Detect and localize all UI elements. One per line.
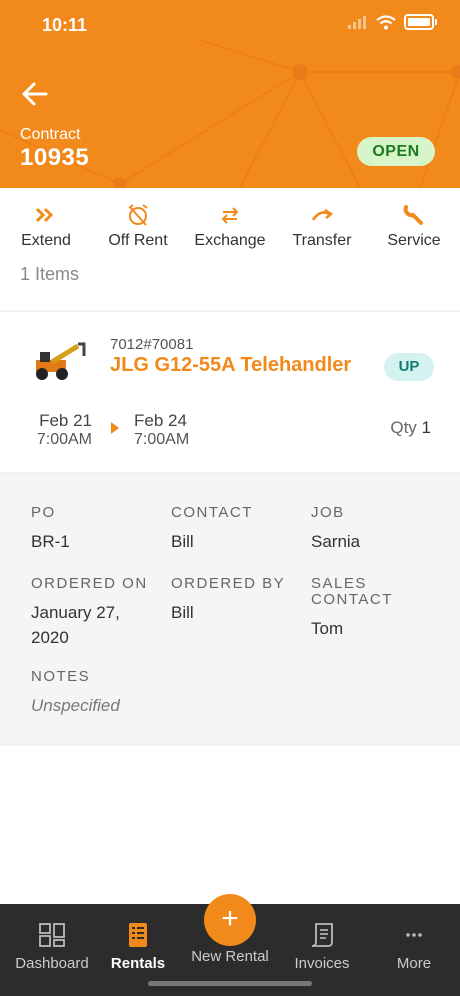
back-arrow-icon[interactable] — [20, 80, 50, 108]
dashboard-icon — [39, 923, 65, 947]
contract-header: 10:11 Contract 10935 OPEN — [0, 0, 460, 188]
job-field: JOB Sarnia — [311, 505, 360, 554]
job-label: JOB — [311, 504, 345, 521]
exchange-button[interactable]: Exchange — [184, 204, 276, 250]
status-badge: OPEN — [357, 137, 435, 166]
contract-details: PO BR-1 CONTACT Bill JOB Sarnia ORDERED … — [0, 474, 460, 744]
plus-icon: + — [221, 902, 239, 935]
tab-rentals-label: Rentals — [110, 955, 166, 972]
off-rent-button[interactable]: Off Rent — [92, 204, 184, 250]
tab-new-rental[interactable]: New Rental — [184, 948, 276, 965]
end-day: Feb 24 — [134, 411, 187, 430]
tab-invoices-label: Invoices — [294, 955, 350, 972]
tab-invoices[interactable]: Invoices — [276, 922, 368, 972]
invoice-icon — [311, 923, 333, 947]
contact-label: CONTACT — [171, 504, 253, 521]
new-rental-fab[interactable]: + — [204, 894, 256, 946]
service-button[interactable]: Service — [368, 204, 460, 250]
notes-label: NOTES — [31, 668, 91, 685]
ordered-on-label: ORDERED ON — [31, 575, 148, 592]
battery-icon — [404, 14, 437, 30]
contract-label: Contract — [20, 126, 81, 143]
status-time: 10:11 — [42, 15, 88, 35]
ordered-by-label: ORDERED BY — [171, 575, 286, 592]
start-date: Feb 21 7:00AM — [28, 411, 92, 449]
alarm-off-icon — [128, 204, 148, 226]
notes-field: NOTES Unspecified — [31, 669, 120, 718]
ordered-on-value: January 27, 2020 — [31, 603, 120, 647]
tab-more-label: More — [396, 955, 432, 972]
sales-contact-label: SALES CONTACT — [311, 575, 393, 608]
exchange-label: Exchange — [194, 232, 266, 249]
empty-area — [0, 746, 460, 904]
sales-contact-value: Tom — [311, 619, 344, 638]
wifi-icon — [376, 14, 396, 29]
contact-value: Bill — [171, 532, 194, 551]
extend-label: Extend — [21, 232, 71, 249]
extend-icon — [35, 207, 54, 223]
item-id: 7012#70081 — [110, 336, 194, 353]
tab-dashboard-label: Dashboard — [15, 955, 89, 972]
item-name[interactable]: JLG G12-55A Telehandler — [110, 354, 370, 376]
status-icons — [348, 14, 437, 30]
contract-number: 10935 — [20, 144, 90, 171]
start-time: 7:00AM — [36, 431, 92, 448]
transfer-label: Transfer — [292, 232, 352, 249]
po-label: PO — [31, 504, 56, 521]
date-arrow-icon — [111, 422, 119, 434]
tab-more[interactable]: More — [368, 922, 460, 972]
notes-value: Unspecified — [31, 696, 120, 715]
transfer-icon — [311, 208, 334, 221]
off-rent-label: Off Rent — [108, 232, 168, 249]
signal-icon — [348, 16, 366, 29]
qty-value: 1 — [421, 418, 431, 437]
service-label: Service — [387, 232, 441, 249]
end-date: Feb 24 7:00AM — [134, 411, 189, 449]
tab-dashboard[interactable]: Dashboard — [6, 922, 98, 972]
job-value: Sarnia — [311, 532, 361, 551]
exchange-icon — [221, 207, 239, 224]
home-indicator[interactable] — [148, 981, 312, 986]
contact-field: CONTACT Bill — [171, 505, 253, 554]
items-count: 1 Items — [20, 264, 80, 284]
extend-button[interactable]: Extend — [0, 204, 92, 250]
status-bar: 10:11 — [0, 0, 460, 50]
actions-panel: Extend Off Rent Exchange Transfer Servic… — [0, 188, 460, 310]
rentals-icon — [129, 923, 147, 947]
po-value: BR-1 — [31, 532, 70, 551]
quantity: Qty 1 — [390, 418, 431, 438]
tab-rentals[interactable]: Rentals — [92, 922, 184, 972]
telehandler-image — [36, 342, 86, 380]
wrench-icon — [403, 205, 423, 225]
ordered-by-value: Bill — [171, 603, 194, 622]
rental-item-card[interactable]: 7012#70081 JLG G12-55A Telehandler UP Fe… — [0, 312, 460, 472]
ordered-on-field: ORDERED ON January 27, 2020 — [31, 576, 156, 650]
start-day: Feb 21 — [39, 411, 92, 430]
end-time: 7:00AM — [134, 431, 190, 448]
item-status-badge: UP — [384, 353, 434, 381]
qty-label: Qty — [390, 418, 417, 437]
sales-contact-field: SALES CONTACT Tom — [311, 576, 411, 641]
tab-new-rental-label: New Rental — [191, 948, 269, 965]
po-field: PO BR-1 — [31, 505, 70, 554]
more-icon — [406, 933, 422, 937]
ordered-by-field: ORDERED BY Bill — [171, 576, 285, 625]
transfer-button[interactable]: Transfer — [276, 204, 368, 250]
